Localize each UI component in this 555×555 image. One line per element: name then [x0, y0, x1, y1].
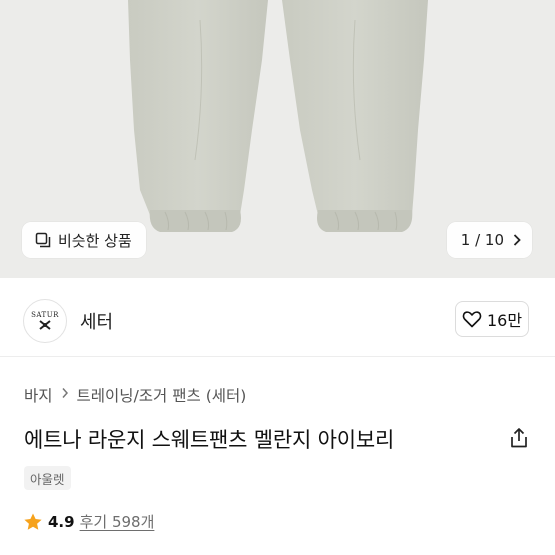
outlet-badge: 아울렛 — [24, 466, 71, 490]
share-icon[interactable] — [507, 426, 531, 450]
product-title: 에트나 라운지 스웨트팬츠 멜란지 아이보리 — [24, 428, 395, 452]
title-row: 에트나 라운지 스웨트팬츠 멜란지 아이보리 — [24, 424, 531, 456]
divider — [0, 356, 555, 357]
star-icon — [24, 513, 42, 530]
like-count: 16만 — [486, 311, 523, 330]
like-button[interactable]: 16만 — [455, 301, 529, 337]
breadcrumb-separator-icon — [61, 387, 69, 403]
review-count-link[interactable]: 후기 598개 — [80, 511, 155, 532]
product-image-carousel[interactable]: 비슷한 상품 1 / 10 — [0, 0, 555, 278]
brand-emblem-icon — [39, 320, 51, 330]
breadcrumb: 바지 트레이닝/조거 팬츠 (세터) — [24, 384, 246, 406]
similar-icon — [35, 232, 51, 248]
rating-score: 4.9 — [48, 512, 75, 531]
image-counter-button[interactable]: 1 / 10 — [446, 222, 532, 258]
brand-row: SATUR 세터 16만 — [0, 296, 555, 346]
chevron-right-icon — [513, 234, 521, 246]
rating-row: 4.9 후기 598개 — [23, 511, 154, 532]
image-counter: 1 / 10 — [460, 231, 504, 249]
breadcrumb-item-category[interactable]: 트레이닝/조거 팬츠 (세터) — [77, 384, 247, 406]
breadcrumb-item-pants[interactable]: 바지 — [24, 384, 53, 406]
brand-name[interactable]: 세터 — [80, 308, 113, 334]
brand-logo[interactable]: SATUR — [23, 299, 67, 343]
similar-products-button[interactable]: 비슷한 상품 — [22, 222, 146, 258]
similar-products-label: 비슷한 상품 — [58, 231, 132, 250]
heart-icon — [462, 311, 482, 328]
